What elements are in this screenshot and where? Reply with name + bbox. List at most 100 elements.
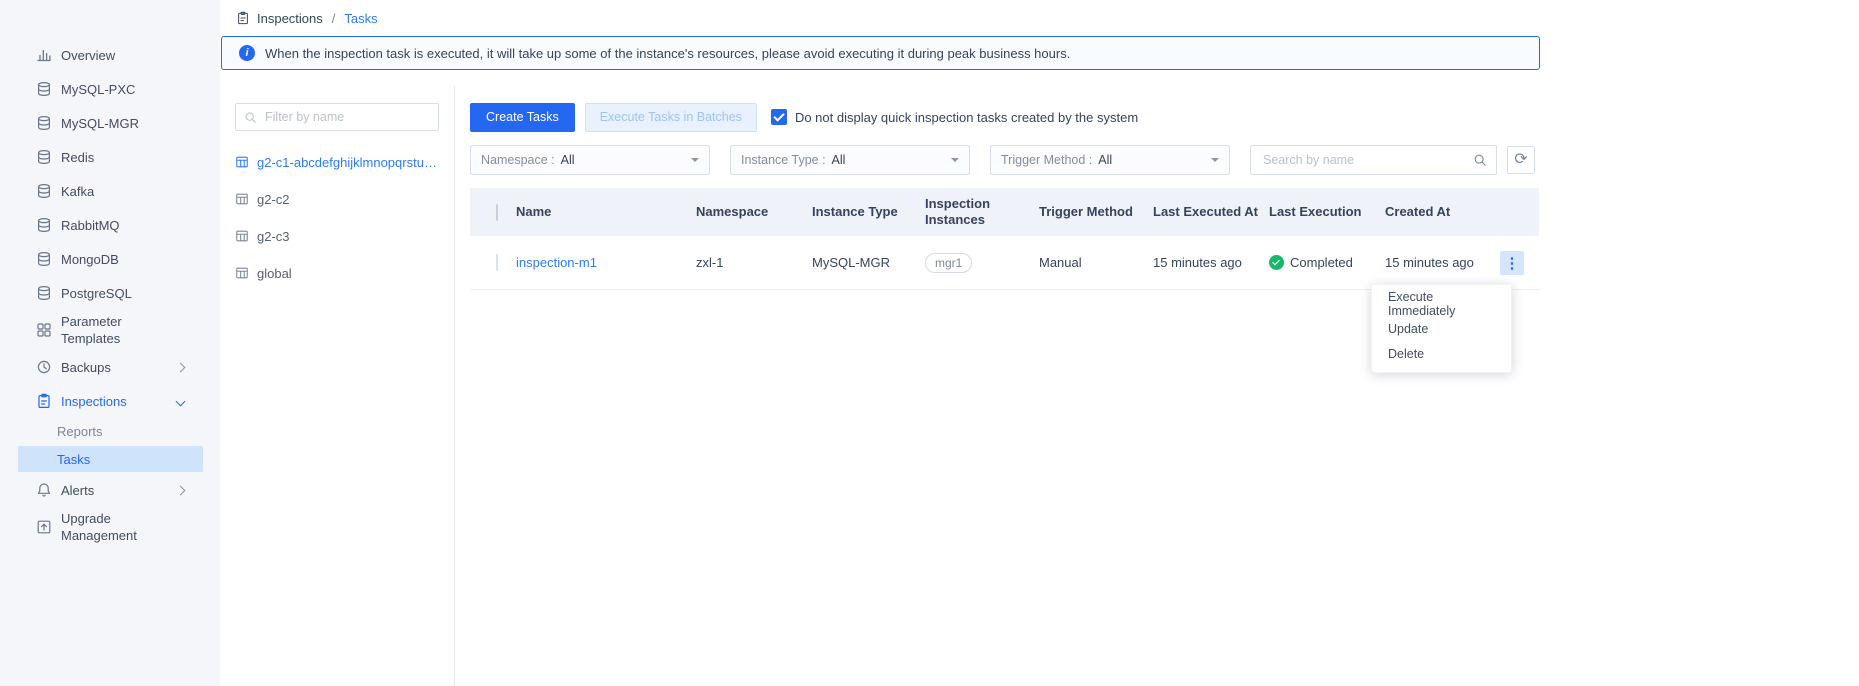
trigger-method-select[interactable]: Trigger Method : All bbox=[990, 145, 1230, 175]
search-icon[interactable] bbox=[1473, 153, 1487, 167]
table-header: Name Namespace Instance Type Inspection … bbox=[470, 188, 1539, 236]
sidebar-item-redis[interactable]: Redis bbox=[0, 140, 220, 174]
column-header-created-at: Created At bbox=[1385, 198, 1485, 226]
menu-item-delete[interactable]: Delete bbox=[1372, 341, 1511, 366]
hide-quick-tasks-toggle: Do not display quick inspection tasks cr… bbox=[771, 109, 1138, 125]
table-row: inspection-m1 zxl-1 MySQL-MGR mgr1 Manua… bbox=[470, 236, 1539, 290]
column-header-last-executed-at: Last Executed At bbox=[1153, 198, 1269, 226]
cluster-icon bbox=[235, 266, 249, 280]
tree-item-g2-c1[interactable]: g2-c1-abcdefghijklmnopqrstuvwx... bbox=[235, 147, 439, 177]
cell-namespace: zxl-1 bbox=[696, 255, 812, 270]
mongodb-icon bbox=[36, 251, 52, 267]
cell-last-executed-at: 15 minutes ago bbox=[1153, 255, 1269, 270]
breadcrumb-current[interactable]: Tasks bbox=[344, 11, 377, 26]
trigger-method-select-value: All bbox=[1098, 153, 1112, 167]
chevron-right-icon bbox=[176, 363, 184, 371]
sidebar-item-backups[interactable]: Backups bbox=[0, 350, 220, 384]
tree-item-g2-c3[interactable]: g2-c3 bbox=[235, 221, 439, 251]
sidebar-item-label: RabbitMQ bbox=[61, 217, 120, 234]
trigger-method-select-label: Trigger Method : bbox=[1001, 153, 1092, 167]
sidebar-subitem-label: Tasks bbox=[57, 452, 90, 467]
breadcrumb-separator: / bbox=[332, 11, 336, 26]
refresh-button[interactable]: ⟳ bbox=[1507, 146, 1535, 174]
postgresql-icon bbox=[36, 285, 52, 301]
kafka-icon bbox=[36, 183, 52, 199]
hide-quick-tasks-checkbox[interactable] bbox=[771, 109, 787, 125]
chevron-down-icon bbox=[691, 158, 699, 162]
sidebar-item-mysql-pxc[interactable]: MySQL-PXC bbox=[0, 72, 220, 106]
tree-filter bbox=[235, 103, 439, 131]
cluster-icon bbox=[235, 229, 249, 243]
sidebar-item-postgresql[interactable]: PostgreSQL bbox=[0, 276, 220, 310]
instance-type-select[interactable]: Instance Type : All bbox=[730, 145, 970, 175]
namespace-select[interactable]: Namespace : All bbox=[470, 145, 710, 175]
sidebar: Overview MySQL-PXC MySQL-MGR Redis Kafka… bbox=[0, 0, 220, 686]
column-header-instance-type: Instance Type bbox=[812, 198, 925, 226]
filter-bar: Namespace : All Instance Type : All Trig… bbox=[470, 145, 1859, 175]
sidebar-item-alerts[interactable]: Alerts bbox=[0, 473, 220, 507]
column-header-name: Name bbox=[516, 198, 696, 226]
info-alert-text: When the inspection task is executed, it… bbox=[265, 46, 1070, 61]
sidebar-item-kafka[interactable]: Kafka bbox=[0, 174, 220, 208]
search-input[interactable] bbox=[1261, 152, 1473, 168]
search-by-name bbox=[1250, 145, 1497, 175]
menu-item-update[interactable]: Update bbox=[1372, 316, 1511, 341]
inspections-icon bbox=[36, 393, 52, 409]
cell-created-at: 15 minutes ago bbox=[1385, 255, 1485, 270]
cluster-icon bbox=[235, 192, 249, 206]
sidebar-item-overview[interactable]: Overview bbox=[0, 38, 220, 72]
chevron-down-icon bbox=[951, 158, 959, 162]
tree-item-label: g2-c1-abcdefghijklmnopqrstuvwx... bbox=[257, 155, 439, 170]
execute-batches-button[interactable]: Execute Tasks in Batches bbox=[585, 103, 757, 132]
sidebar-item-label: Inspections bbox=[61, 393, 127, 410]
sidebar-item-mongodb[interactable]: MongoDB bbox=[0, 242, 220, 276]
sidebar-item-label: MongoDB bbox=[61, 251, 119, 268]
cell-trigger-method: Manual bbox=[1039, 255, 1153, 270]
parameter-templates-icon bbox=[36, 322, 52, 338]
toolbar: Create Tasks Execute Tasks in Batches Do… bbox=[470, 102, 1859, 132]
sidebar-item-label: Backups bbox=[61, 359, 111, 376]
sidebar-item-label: Overview bbox=[61, 47, 115, 64]
column-header-last-execution: Last Execution bbox=[1269, 198, 1385, 226]
namespace-select-label: Namespace : bbox=[481, 153, 555, 167]
tree-item-label: g2-c2 bbox=[257, 192, 290, 207]
breadcrumb-section[interactable]: Inspections bbox=[257, 11, 323, 26]
row-actions-menu: Execute Immediately Update Delete bbox=[1371, 284, 1512, 373]
sidebar-item-label: MySQL-MGR bbox=[61, 115, 139, 132]
select-all-checkbox[interactable] bbox=[496, 204, 498, 221]
row-actions-kebab-icon[interactable]: ⋮ bbox=[1500, 251, 1524, 275]
tasks-workspace: Create Tasks Execute Tasks in Batches Do… bbox=[455, 86, 1859, 686]
breadcrumb: Inspections / Tasks bbox=[220, 0, 1859, 36]
row-checkbox[interactable] bbox=[496, 254, 498, 271]
info-alert: i When the inspection task is executed, … bbox=[221, 36, 1540, 70]
tree-item-global[interactable]: global bbox=[235, 258, 439, 288]
sidebar-item-tasks[interactable]: Tasks bbox=[18, 446, 203, 472]
tasks-table: Name Namespace Instance Type Inspection … bbox=[470, 188, 1539, 290]
sidebar-item-mysql-mgr[interactable]: MySQL-MGR bbox=[0, 106, 220, 140]
backups-icon bbox=[36, 359, 52, 375]
create-tasks-button[interactable]: Create Tasks bbox=[470, 103, 575, 132]
sidebar-item-label: Alerts bbox=[61, 482, 94, 499]
sidebar-item-label: Redis bbox=[61, 149, 94, 166]
tree-item-g2-c2[interactable]: g2-c2 bbox=[235, 184, 439, 214]
sidebar-item-label: PostgreSQL bbox=[61, 285, 132, 302]
sidebar-item-upgrade-management[interactable]: Upgrade Management bbox=[0, 507, 220, 547]
cluster-tree-panel: g2-c1-abcdefghijklmnopqrstuvwx... g2-c2 … bbox=[220, 86, 455, 686]
sidebar-item-reports[interactable]: Reports bbox=[0, 418, 220, 445]
instance-type-select-label: Instance Type : bbox=[741, 153, 826, 167]
main-area: Inspections / Tasks i When the inspectio… bbox=[220, 0, 1859, 686]
menu-item-execute-immediately[interactable]: Execute Immediately bbox=[1372, 291, 1511, 316]
tree-filter-input[interactable] bbox=[263, 109, 430, 125]
instance-type-select-value: All bbox=[832, 153, 846, 167]
sidebar-item-parameter-templates[interactable]: Parameter Templates bbox=[0, 310, 220, 350]
sidebar-item-inspections[interactable]: Inspections bbox=[0, 384, 220, 418]
sidebar-item-rabbitmq[interactable]: RabbitMQ bbox=[0, 208, 220, 242]
sidebar-item-label: Upgrade Management bbox=[61, 510, 161, 544]
alerts-icon bbox=[36, 482, 52, 498]
tree-items: g2-c1-abcdefghijklmnopqrstuvwx... g2-c2 … bbox=[235, 147, 439, 288]
inspections-breadcrumb-icon bbox=[236, 11, 250, 25]
upgrade-management-icon bbox=[36, 519, 52, 535]
info-icon: i bbox=[239, 45, 255, 61]
column-header-trigger-method: Trigger Method bbox=[1039, 198, 1153, 226]
task-name-link[interactable]: inspection-m1 bbox=[516, 255, 597, 270]
